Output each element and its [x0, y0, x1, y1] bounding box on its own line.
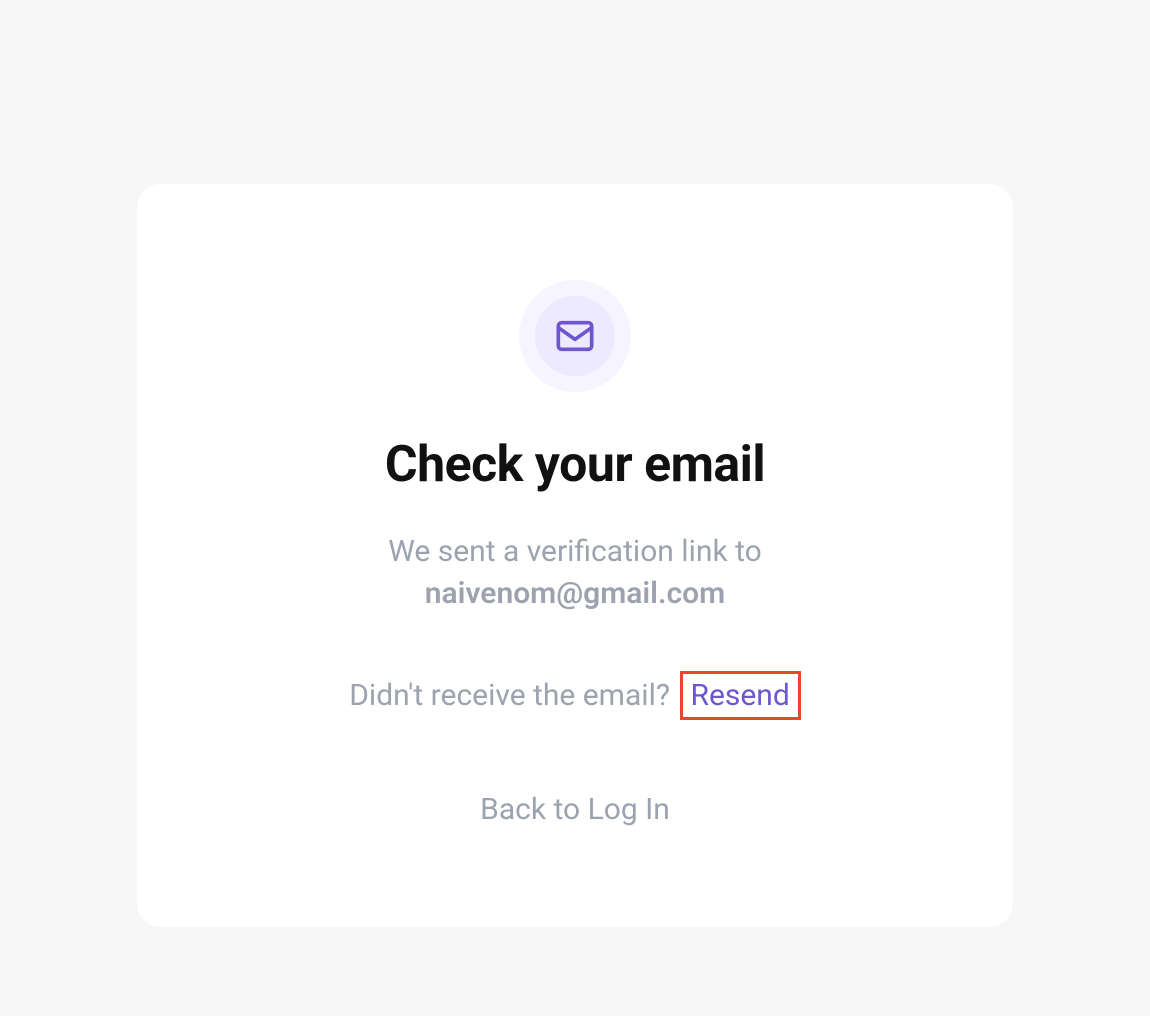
email-verification-card: Check your email We sent a verification … [137, 184, 1013, 927]
subtext-prefix: We sent a verification link to [388, 528, 762, 576]
verification-email: naivenom@gmail.com [388, 576, 762, 611]
back-to-login-link[interactable]: Back to Log In [480, 792, 670, 827]
page-title: Check your email [385, 436, 765, 494]
resend-prompt: Didn't receive the email? [349, 678, 677, 713]
verification-subtext: We sent a verification link to naivenom@… [388, 494, 762, 611]
mail-icon-container [519, 280, 631, 392]
mail-icon [555, 316, 595, 356]
resend-link[interactable]: Resend [680, 671, 801, 720]
mail-icon-inner [535, 296, 615, 376]
resend-row: Didn't receive the email? Resend [349, 671, 801, 720]
